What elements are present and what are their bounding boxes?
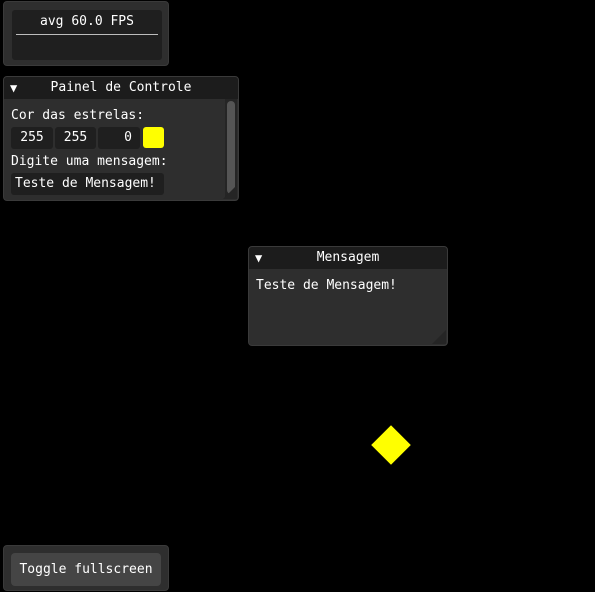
fps-underline	[16, 34, 158, 35]
message-label: Digite uma mensagem:	[11, 154, 168, 169]
color-red-field[interactable]: 255	[11, 127, 53, 149]
control-panel-titlebar[interactable]: ▼ Painel de Controle	[4, 77, 238, 99]
toggle-fullscreen-button[interactable]: Toggle fullscreen	[11, 553, 161, 586]
message-input[interactable]: Teste de Mensagem!	[11, 173, 164, 195]
message-window-title: Mensagem	[316, 250, 380, 265]
scrollbar-track[interactable]	[225, 99, 237, 197]
color-swatch-button[interactable]	[143, 127, 164, 148]
color-green-field[interactable]: 255	[55, 127, 96, 149]
color-blue-field[interactable]: 0	[98, 127, 140, 149]
fullscreen-window: Toggle fullscreen	[3, 545, 169, 591]
control-panel-title: Painel de Controle	[50, 80, 192, 95]
message-text: Teste de Mensagem!	[256, 278, 397, 293]
resize-grip-icon[interactable]	[432, 330, 446, 344]
star-shape	[371, 425, 411, 465]
scrollbar-thumb[interactable]	[227, 101, 235, 194]
color-label: Cor das estrelas:	[11, 108, 145, 123]
fps-text: avg 60.0 FPS	[40, 14, 134, 29]
fps-window: avg 60.0 FPS	[3, 1, 169, 66]
resize-grip-icon[interactable]	[223, 185, 237, 199]
message-window[interactable]: ▼ Mensagem Teste de Mensagem!	[248, 246, 448, 346]
fps-box: avg 60.0 FPS	[12, 10, 162, 60]
control-panel-window[interactable]: ▼ Painel de Controle Cor das estrelas: 2…	[3, 76, 239, 201]
message-titlebar[interactable]: ▼ Mensagem	[249, 247, 447, 269]
